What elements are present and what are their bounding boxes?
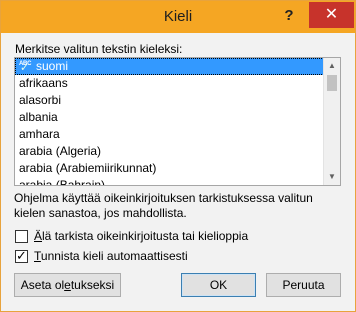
language-list-label: Merkitse valitun tekstin kieleksi: <box>15 42 183 56</box>
no-proofing-checkbox[interactable] <box>15 229 28 243</box>
list-item-arabia-algeria[interactable]: arabia (Algeria) <box>15 143 324 160</box>
checkmark-icon: ✓ <box>16 247 27 263</box>
list-item-label: suomi <box>36 59 69 73</box>
detect-language-checkbox[interactable]: ✓ <box>15 247 28 263</box>
list-item-albania[interactable]: albania <box>15 109 324 126</box>
scroll-down-arrow-icon[interactable]: ▼ <box>324 169 340 185</box>
list-item-suomi[interactable]: ABC ✓ suomi <box>15 58 324 75</box>
set-default-button[interactable]: Aseta oletukseksi <box>14 273 121 297</box>
list-item-afrikaans[interactable]: afrikaans <box>15 75 324 92</box>
no-proofing-label: Älä tarkista oikeinkirjoitusta tai kieli… <box>34 229 249 243</box>
close-button[interactable]: ✕ <box>309 2 354 28</box>
detect-language-option[interactable]: ✓ Tunnista kieli automaattisesti <box>15 248 188 264</box>
language-dialog: Kieli ? ✕ Merkitse valitun tekstin kiele… <box>0 0 356 312</box>
language-listbox[interactable]: ABC ✓ suomi afrikaans alasorbi albania am… <box>14 57 341 186</box>
help-button[interactable]: ? <box>271 4 307 28</box>
info-text: Ohjelma käyttää oikeinkirjoituksen tarki… <box>14 191 313 220</box>
detect-language-label: Tunnista kieli automaattisesti <box>34 249 188 263</box>
vertical-scrollbar[interactable]: ▲ ▼ <box>323 58 340 185</box>
list-item-arabia-bahrain[interactable]: arabia (Bahrain) <box>15 177 324 185</box>
scroll-up-arrow-icon[interactable]: ▲ <box>324 58 340 74</box>
list-item-arabia-uae[interactable]: arabia (Arabiemiirikunnat) <box>15 160 324 177</box>
scroll-thumb[interactable] <box>327 75 337 91</box>
spellcheck-abc-icon: ABC ✓ <box>19 61 32 74</box>
list-item-alasorbi[interactable]: alasorbi <box>15 92 324 109</box>
title-bar[interactable]: Kieli ? ✕ <box>1 1 355 33</box>
language-list-items: ABC ✓ suomi afrikaans alasorbi albania am… <box>15 58 324 185</box>
list-item-amhara[interactable]: amhara <box>15 126 324 143</box>
close-icon: ✕ <box>324 6 339 23</box>
ok-button[interactable]: OK <box>181 273 256 297</box>
no-proofing-option[interactable]: Älä tarkista oikeinkirjoitusta tai kieli… <box>15 228 248 244</box>
cancel-button[interactable]: Peruuta <box>266 273 341 297</box>
